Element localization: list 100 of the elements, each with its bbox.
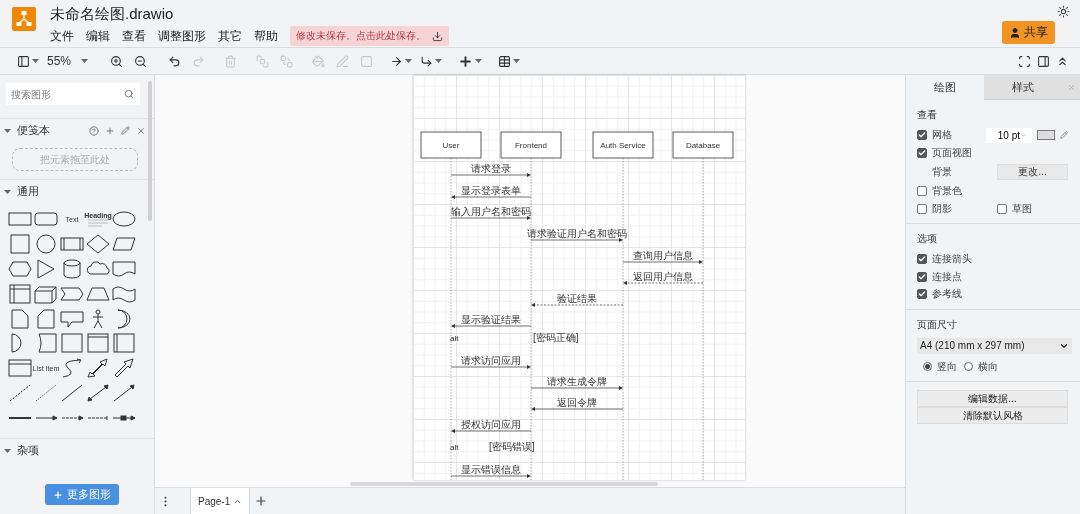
message-label: 返回令牌 [557,397,597,408]
shape-icon[interactable] [60,259,84,279]
search-icon [124,89,134,99]
participant-box: Auth Service [592,131,654,159]
shape-icon[interactable] [60,358,84,379]
shape-icon[interactable] [112,358,136,379]
panel-tab[interactable]: 样式 [984,75,1062,100]
radio-button[interactable] [923,362,932,372]
guard-condition: [密码正确] [533,332,579,343]
shape-icon[interactable] [8,283,32,304]
caret-icon [4,189,11,194]
menu-item[interactable]: 调整图形 [158,27,206,45]
download-icon [432,30,443,42]
scrollbar[interactable] [350,481,658,486]
pencil-icon [1060,131,1068,140]
caret-icon [4,448,11,453]
close-icon [136,125,146,136]
caret-icon [475,59,483,63]
pencil-icon [121,126,130,135]
checkbox[interactable] [917,203,927,214]
message-label: 验证结果 [557,293,597,304]
caret-icon [32,59,39,63]
checkbox[interactable] [917,289,927,300]
shape-icon[interactable] [86,234,110,255]
caret-icon [405,59,413,63]
spinner-icon [1020,131,1027,139]
user-icon [1009,26,1021,39]
section-title[interactable]: 杂项 [17,443,146,459]
drop-zone: 把元素拖至此处 [12,148,138,171]
checkbox-label: 参考线 [932,287,962,302]
theme-button[interactable] [1057,5,1070,18]
guard-condition: [密码错误] [489,441,535,452]
message-label: 显示验证结果 [461,314,521,325]
shape-icon[interactable] [112,259,136,279]
save-notice-button[interactable]: 修改未保存。点击此处保存。 [290,26,449,46]
paper-size-select[interactable]: A4 (210 mm x 297 mm) [917,337,1072,354]
caret-icon [81,59,89,63]
participant-box: User [420,131,482,159]
section-title: 选项 [917,232,938,246]
checkbox[interactable] [917,271,927,282]
panel-button[interactable]: 清除默认风格 [917,407,1068,424]
menu-item[interactable]: 帮助 [254,27,278,45]
sun-icon [1057,5,1070,18]
help-icon [89,125,99,136]
checkbox[interactable] [917,254,927,265]
checkbox[interactable] [917,186,927,197]
document-title: 未命名绘图.drawio [50,5,175,23]
zoom-dropdown[interactable]: 55% [44,50,92,72]
shape-icon[interactable] [112,283,136,304]
shape-icon[interactable] [112,209,136,230]
shape-icon[interactable] [86,358,110,379]
page-tab[interactable]: Page-1 [190,487,251,514]
participant-box: Frontend [500,131,562,159]
shape-icon[interactable] [86,382,110,403]
grid-color-swatch[interactable] [1037,130,1055,141]
fragment-operator: alt [450,334,459,343]
checkbox-label: 背景色 [932,184,962,199]
message-label: 返回用户信息 [633,271,693,282]
section-title[interactable]: 通用 [17,184,146,199]
radio-label: 竖向 [937,359,957,374]
panel-icon [1037,54,1050,68]
shape-icon[interactable] [112,382,136,403]
share-button[interactable]: 共享 [1002,21,1055,44]
checkbox-label: 草图 [1012,201,1032,216]
plus-icon [53,489,63,500]
caret-icon [435,59,443,63]
shape-icon[interactable] [8,259,32,279]
plus-icon [254,494,269,508]
menu-item[interactable]: 编辑 [86,27,110,45]
checkbox[interactable] [917,147,927,158]
radio-button[interactable] [964,362,973,372]
menu-item[interactable]: 查看 [122,27,146,45]
app-logo [12,7,36,31]
checkbox-label: 阴影 [932,201,952,216]
section-title: 查看 [917,108,938,122]
checkbox[interactable] [917,130,927,141]
fragment-operator: alt [450,443,459,452]
message-label: 显示登录表单 [461,185,521,196]
scrollbar[interactable] [148,81,152,221]
checkbox[interactable] [997,203,1007,214]
add-page-button[interactable] [254,494,269,508]
menu-item[interactable]: 其它 [218,27,242,45]
shape-icon[interactable] [34,234,58,255]
panel-button[interactable]: 编辑数据... [917,390,1068,407]
shape-icon[interactable] [34,283,58,304]
grid-size-field[interactable]: 10 pt [986,127,1032,143]
checkbox-label: 页面视图 [932,145,972,160]
participant-box: Database [672,131,734,159]
close-icon [1066,82,1076,92]
message-label: 请求验证用户名和密码 [527,228,627,239]
section-title[interactable]: 便笺本 [17,123,83,138]
message-label: 请求生成令牌 [547,376,607,387]
message-label: 显示错误信息 [461,464,521,475]
caret-icon [4,128,11,133]
change-background-button[interactable]: 更改... [997,164,1068,180]
message-label: 请求访问应用 [461,355,521,366]
message-label: 请求登录 [471,163,511,174]
search-field[interactable]: 搜索图形 [6,83,140,105]
menu-item[interactable]: 文件 [50,27,74,45]
message-label: 查询用户信息 [633,250,693,261]
